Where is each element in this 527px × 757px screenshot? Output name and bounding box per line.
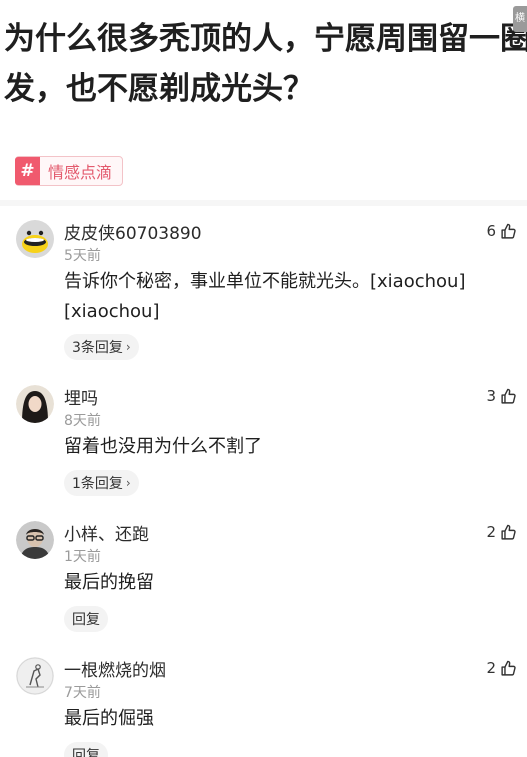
yellow-duck-avatar[interactable] [16,220,54,258]
comment-time: 7天前 [64,685,101,701]
sketch-avatar[interactable] [16,657,54,695]
comment-text: 留着也没用为什么不割了 [64,436,262,457]
thumbs-up-icon [501,388,516,404]
long-hair-girl-avatar[interactable] [16,385,54,423]
reply-label: 回复 [72,612,100,628]
like-button[interactable]: 3 [486,387,517,405]
comment-username[interactable]: 小样、还跑 [64,520,149,545]
chevron-right-icon: › [125,340,131,354]
comment-time: 5天前 [64,248,101,264]
comment-item: 小样、还跑 1天前 2 最后的挽留 回复 [0,508,527,638]
reply-count-label: 1条回复 [72,476,123,492]
glasses-man-avatar[interactable] [16,521,54,559]
like-button[interactable]: 2 [486,523,517,541]
thumbs-up-icon [501,524,516,540]
article-page: 为什么很多秃顶的人，宁愿周围留一圈头发，也不愿剃成光头？ 横 # 情感点滴 皮皮… [0,0,527,757]
reply-button[interactable]: 回复 [64,606,108,632]
view-replies-button[interactable]: 3条回复 › [64,334,139,360]
comment-username[interactable]: 皮皮侠60703890 [64,219,202,244]
like-count: 6 [486,222,496,240]
comment-item: 一根燃烧的烟 7天前 2 最后的倔强 回复 [0,644,527,757]
comment-text: 最后的挽留 [64,572,154,593]
like-button[interactable]: 2 [486,659,517,677]
topic-tag-label: 情感点滴 [48,163,113,182]
comment-item: 埋吗 8天前 3 留着也没用为什么不割了 1条回复 › [0,372,527,502]
post-title: 为什么很多秃顶的人，宁愿周围留一圈头发，也不愿剃成光头？ [4,21,527,107]
comment-text: 最后的倔强 [64,708,154,729]
view-replies-button[interactable]: 1条回复 › [64,470,139,496]
reply-label: 回复 [72,748,100,757]
comment-item: 皮皮侠60703890 5天前 6 告诉你个秘密，事业单位不能就光头。[xiao… [0,206,527,366]
hashtag-icon: # [15,157,40,185]
reply-button[interactable]: 回复 [64,742,108,757]
topic-tag[interactable]: # 情感点滴 [15,156,124,186]
comment-time: 8天前 [64,413,101,429]
like-count: 2 [486,659,496,677]
thumbs-up-icon [501,660,516,676]
like-count: 3 [486,387,496,405]
comment-text: 告诉你个秘密，事业单位不能就光头。[xiaochou][xiaochou] [64,271,466,322]
corner-badge[interactable]: 横 [513,6,527,32]
thumbs-up-icon [501,223,516,239]
comment-time: 1天前 [64,549,101,565]
reply-count-label: 3条回复 [72,340,123,356]
comment-username[interactable]: 埋吗 [64,384,98,409]
like-count: 2 [486,523,496,541]
comment-username[interactable]: 一根燃烧的烟 [64,656,166,681]
like-button[interactable]: 6 [486,222,517,240]
chevron-right-icon: › [125,476,131,490]
